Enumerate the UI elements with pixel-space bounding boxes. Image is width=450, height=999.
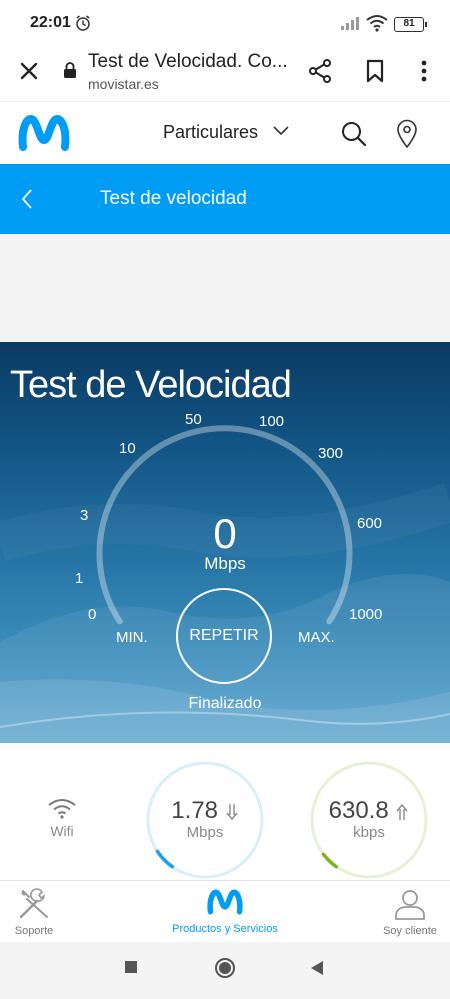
nav-products[interactable]: Productos y Servicios xyxy=(145,881,305,943)
nav-support-label: Soporte xyxy=(14,925,54,937)
upload-unit: kbps xyxy=(353,824,385,841)
system-navigation xyxy=(0,942,450,999)
section-header: Test de velocidad xyxy=(0,164,450,234)
back-icon[interactable] xyxy=(310,960,324,976)
movistar-logo[interactable] xyxy=(18,114,70,152)
bottom-navigation: Soporte Productos y Servicios Soy client… xyxy=(0,880,450,942)
chevron-down-icon[interactable] xyxy=(272,124,290,136)
browser-toolbar: Test de Velocidad. Co... movistar.es xyxy=(0,46,450,102)
gauge-max-label: MAX. xyxy=(298,629,335,646)
speed-unit: Mbps xyxy=(204,554,246,573)
repeat-test-button[interactable]: REPETIR xyxy=(176,588,272,684)
gauge-tick-50: 50 xyxy=(185,411,202,428)
share-icon[interactable] xyxy=(307,58,333,84)
gauge-tick-3: 3 xyxy=(80,507,89,524)
blank-banner-area xyxy=(0,234,450,342)
gauge-tick-10: 10 xyxy=(119,440,136,457)
upload-readout: 630.8 xyxy=(312,797,426,825)
upload-value: 630.8 xyxy=(328,797,389,824)
segment-selector[interactable]: Particulares xyxy=(163,122,258,143)
speedtest-panel: Test de Velocidad 0 1 3 10 50 100 300 60… xyxy=(0,342,450,743)
nav-client-label: Soy cliente xyxy=(383,925,437,937)
gauge-tick-100: 100 xyxy=(259,413,285,430)
results-panel: Wifi 1.78 Mbps 630.8 kbps xyxy=(0,743,450,880)
site-header: Particulares xyxy=(0,102,450,164)
gauge-tick-600: 600 xyxy=(357,515,383,532)
connection-type: Wifi xyxy=(50,823,74,839)
gauge-min-label: MIN. xyxy=(116,629,148,646)
gauge-tick-300: 300 xyxy=(318,445,344,462)
gauge-tick-1: 1 xyxy=(75,570,84,587)
more-menu-icon[interactable] xyxy=(414,58,434,84)
page-title: Test de Velocidad. Co... xyxy=(88,51,288,72)
status-bar: 22:01 81 xyxy=(0,0,450,46)
recent-apps-icon[interactable] xyxy=(124,960,138,974)
download-unit: Mbps xyxy=(186,824,224,841)
page-url[interactable]: movistar.es xyxy=(88,76,159,92)
signal-icon xyxy=(341,17,359,30)
wifi-status-icon xyxy=(366,15,388,32)
section-title: Test de velocidad xyxy=(100,188,247,209)
gauge-tick-0: 0 xyxy=(88,606,97,623)
movistar-nav-icon xyxy=(207,889,243,915)
upload-arrow-icon xyxy=(396,803,408,820)
search-icon[interactable] xyxy=(340,120,368,148)
download-arc xyxy=(155,849,175,869)
speed-value: 0 xyxy=(213,510,237,557)
back-arrow-icon[interactable] xyxy=(18,186,38,212)
nav-support[interactable]: Soporte xyxy=(0,881,68,943)
test-status: Finalizado xyxy=(188,695,262,712)
location-pin-icon[interactable] xyxy=(396,119,418,149)
upload-arc xyxy=(321,852,339,869)
user-icon xyxy=(395,890,425,920)
home-icon[interactable] xyxy=(214,957,236,979)
nav-products-label: Productos y Servicios xyxy=(172,923,278,935)
wifi-icon xyxy=(48,799,76,819)
gauge-tick-1000: 1000 xyxy=(349,606,383,623)
download-readout: 1.78 xyxy=(150,797,260,825)
alarm-icon xyxy=(76,15,90,31)
bookmark-icon[interactable] xyxy=(364,58,386,84)
clock: 22:01 xyxy=(30,14,71,31)
nav-client[interactable]: Soy cliente xyxy=(374,881,446,943)
close-icon[interactable] xyxy=(16,58,42,84)
tools-icon xyxy=(19,888,48,919)
battery-icon: 81 xyxy=(394,17,427,32)
download-arrow-icon xyxy=(226,803,238,820)
lock-icon xyxy=(64,62,76,78)
download-value: 1.78 xyxy=(171,797,219,824)
